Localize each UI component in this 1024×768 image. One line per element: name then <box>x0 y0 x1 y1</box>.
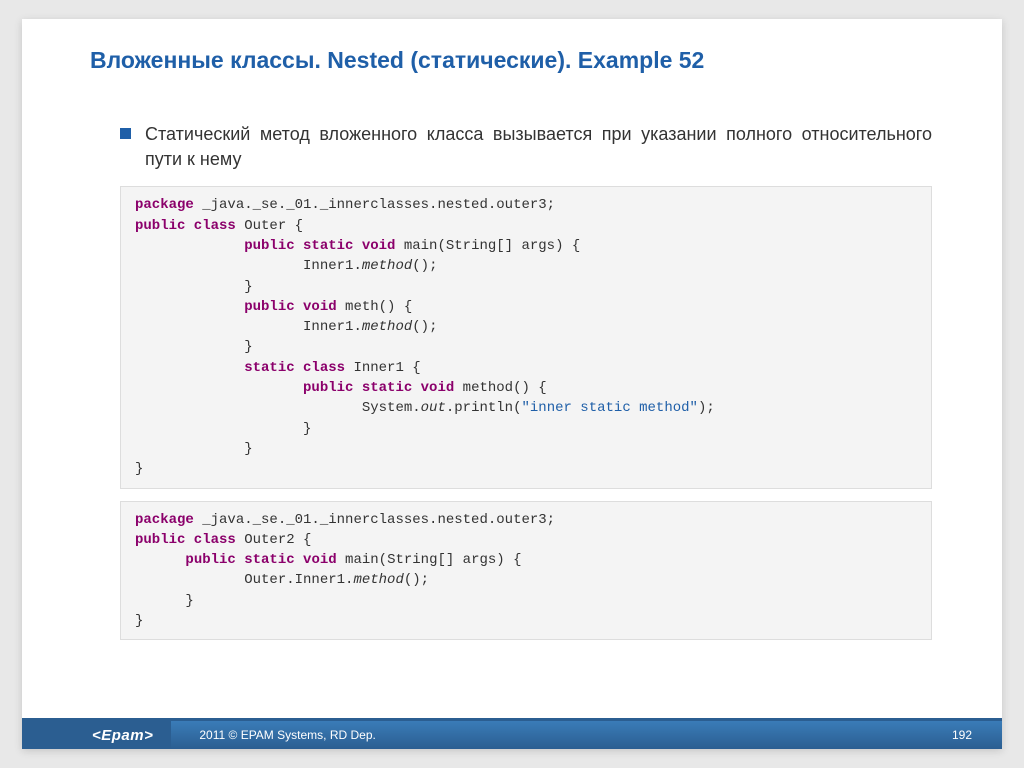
code-text: (); <box>412 319 437 335</box>
code-text: } <box>303 421 311 437</box>
slide-footer: <Epam> 2011 © EPAM Systems, RD Dep. 192 <box>22 721 1002 749</box>
code-it: method <box>353 572 403 588</box>
code-text: Inner1 { <box>345 360 421 376</box>
code-kw: public static void <box>185 552 336 568</box>
code-kw: public class <box>135 218 236 234</box>
code-text: Inner1. <box>303 258 362 274</box>
footer-copyright: 2011 © EPAM Systems, RD Dep. <box>171 728 952 742</box>
code-it: out <box>421 400 446 416</box>
code-text: _java._se._01._innerclasses.nested.outer… <box>194 512 555 528</box>
code-text: (); <box>404 572 429 588</box>
code-text: } <box>244 441 252 457</box>
code-it: method <box>362 258 412 274</box>
code-text: } <box>244 279 252 295</box>
code-block-1: package _java._se._01._innerclasses.nest… <box>120 186 932 488</box>
code-text: meth() { <box>337 299 413 315</box>
code-text: .println( <box>446 400 522 416</box>
footer-logo: <Epam> <box>22 721 171 749</box>
code-it: method <box>362 319 412 335</box>
code-text: _java._se._01._innerclasses.nested.outer… <box>194 197 555 213</box>
code-kw: package <box>135 197 194 213</box>
code-block-2: package _java._se._01._innerclasses.nest… <box>120 501 932 641</box>
code-kw: package <box>135 512 194 528</box>
code-text: ); <box>698 400 715 416</box>
code-kw: public static void <box>244 238 395 254</box>
code-text: main(String[] args) { <box>395 238 580 254</box>
code-text: Outer { <box>236 218 303 234</box>
code-text: } <box>135 613 143 629</box>
code-text: } <box>244 339 252 355</box>
code-text: Inner1. <box>303 319 362 335</box>
code-kw: static class <box>244 360 345 376</box>
slide: Вложенные классы. Nested (статические). … <box>22 19 1002 749</box>
code-text: main(String[] args) { <box>337 552 522 568</box>
code-kw: public class <box>135 532 236 548</box>
bullet-item: Статический метод вложенного класса вызы… <box>120 122 932 172</box>
code-text: } <box>135 461 143 477</box>
code-text: Outer.Inner1. <box>244 572 353 588</box>
slide-content: Статический метод вложенного класса вызы… <box>22 74 1002 640</box>
code-text: System. <box>362 400 421 416</box>
slide-title: Вложенные классы. Nested (статические). … <box>22 19 1002 74</box>
bullet-text: Статический метод вложенного класса вызы… <box>145 122 932 172</box>
code-text: } <box>185 593 193 609</box>
code-str: "inner static method" <box>522 400 698 416</box>
bullet-marker-icon <box>120 128 131 139</box>
code-text: (); <box>412 258 437 274</box>
code-kw: public void <box>244 299 336 315</box>
footer-page-number: 192 <box>952 728 1002 742</box>
code-kw: public static void <box>303 380 454 396</box>
code-text: method() { <box>454 380 546 396</box>
code-text: Outer2 { <box>236 532 312 548</box>
